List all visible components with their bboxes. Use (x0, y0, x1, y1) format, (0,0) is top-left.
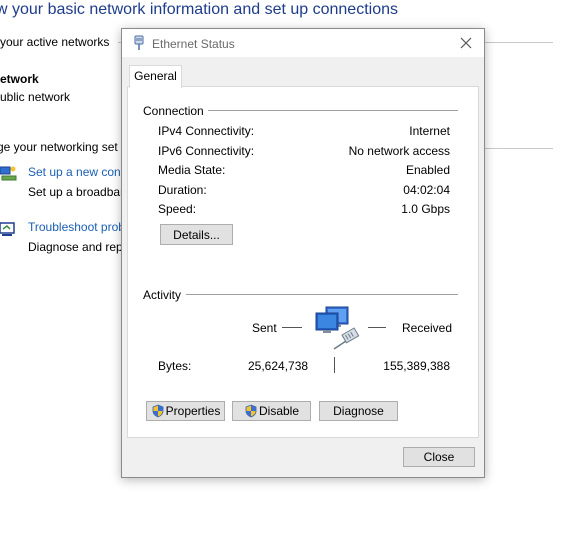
troubleshoot-icon (0, 222, 15, 236)
connection-group-divider (208, 110, 458, 111)
dialog-title: Ethernet Status (152, 37, 235, 51)
received-label: Received (402, 321, 453, 335)
close-button[interactable]: Close (403, 447, 475, 467)
troubleshoot-link[interactable]: Troubleshoot prob (28, 220, 125, 234)
activity-group-divider (186, 294, 458, 295)
duration-label: Duration: (158, 183, 207, 197)
duration-value: 04:02:04 (403, 183, 450, 197)
title-bar[interactable]: Ethernet Status (122, 29, 484, 57)
ipv4-value: Internet (409, 124, 450, 138)
general-panel: Connection IPv4 Connectivity: Internet I… (127, 86, 479, 438)
ipv6-label: IPv6 Connectivity: (158, 144, 255, 158)
network-name: etwork (0, 72, 39, 86)
media-state-value: Enabled (405, 163, 450, 177)
close-icon[interactable] (456, 33, 476, 53)
ethernet-status-dialog: Ethernet Status General Connection IPv4 … (121, 28, 485, 478)
activity-group-label: Activity (143, 288, 182, 302)
ipv6-value: No network access (348, 144, 450, 158)
properties-button[interactable]: Properties (146, 401, 225, 421)
divider (483, 42, 553, 43)
page-title: w your basic network information and set… (0, 1, 398, 18)
media-state-label: Media State: (158, 163, 226, 177)
speed-value: 1.0 Gbps (401, 202, 450, 216)
network-adapter-icon (134, 35, 144, 50)
sent-dash (282, 327, 302, 328)
uac-shield-icon (245, 404, 257, 418)
received-dash (368, 327, 386, 328)
bytes-sent-value: 25,624,738 (248, 359, 309, 373)
uac-shield-icon (152, 404, 164, 418)
diagnose-button[interactable]: Diagnose (319, 401, 398, 421)
setup-connection-description: Set up a broadban (28, 185, 127, 199)
network-computers-icon (315, 306, 360, 350)
bytes-divider (334, 357, 335, 373)
network-type: ublic network (0, 90, 71, 104)
networking-settings-heading: ge your networking set (0, 140, 118, 154)
setup-connection-icon (0, 166, 17, 181)
divider (483, 148, 553, 149)
connection-group-label: Connection (143, 104, 204, 118)
disable-button-label: Disable (258, 404, 300, 418)
bytes-label: Bytes: (158, 359, 192, 373)
sent-label: Sent (252, 321, 277, 335)
details-button[interactable]: Details... (160, 224, 233, 245)
speed-label: Speed: (158, 202, 197, 216)
tab-general[interactable]: General (129, 65, 182, 88)
ipv4-label: IPv4 Connectivity: (158, 124, 255, 138)
bytes-received-value: 155,389,388 (383, 359, 450, 373)
troubleshoot-description: Diagnose and repa (28, 240, 130, 254)
setup-connection-link[interactable]: Set up a new conn (28, 165, 127, 179)
disable-button[interactable]: Disable (232, 401, 311, 421)
properties-button-label: Properties (165, 404, 221, 418)
active-networks-heading: your active networks (0, 35, 110, 49)
